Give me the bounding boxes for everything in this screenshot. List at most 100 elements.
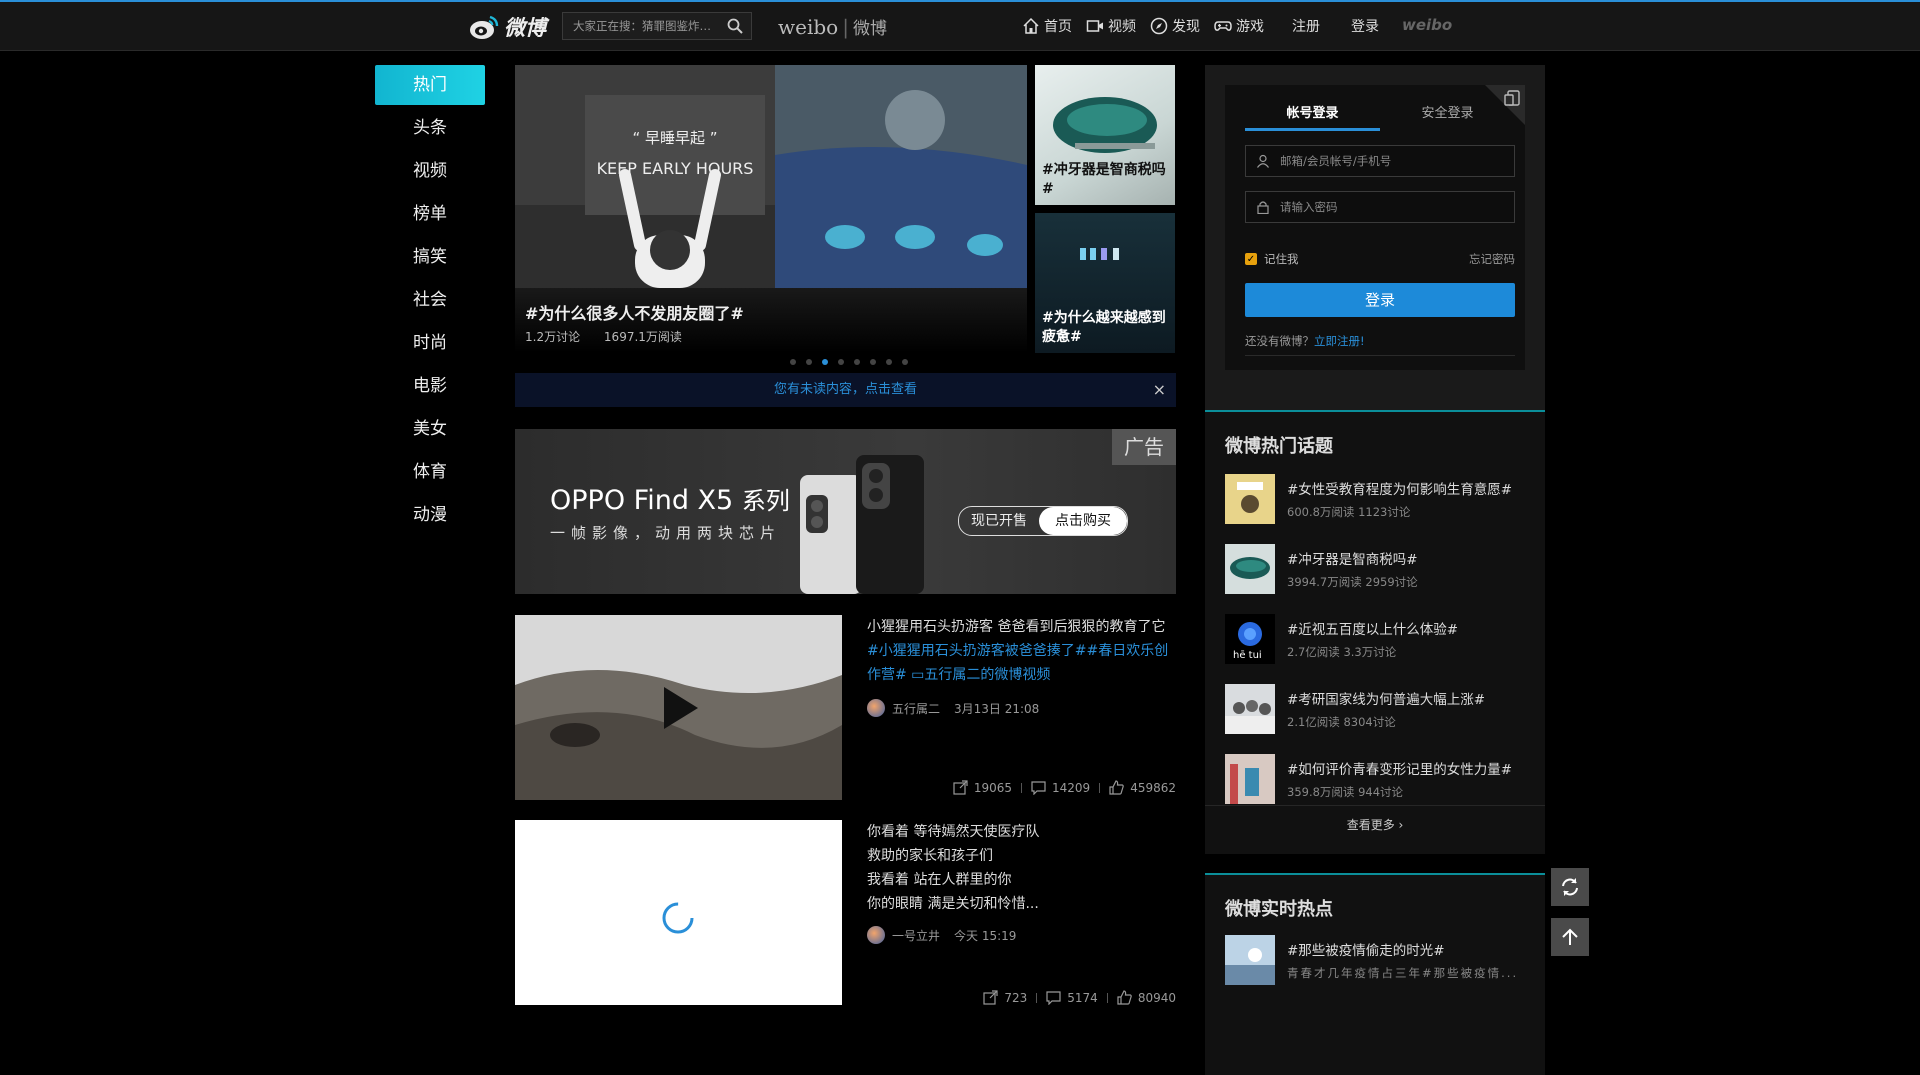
login-link[interactable]: 登录 xyxy=(1351,16,1379,36)
nav-discover[interactable]: 发现 xyxy=(1150,16,1200,36)
carousel-dot[interactable] xyxy=(902,359,908,365)
username-field[interactable] xyxy=(1245,145,1515,177)
loading-spinner-icon xyxy=(662,902,694,934)
topic-item[interactable]: #考研国家线为何普遍大幅上涨# 2.1亿阅读 8304讨论 xyxy=(1225,684,1535,736)
carousel-dot[interactable] xyxy=(790,359,796,365)
hot-topics-panel: 微博热门话题 #女性受教育程度为何影响生育意愿# 600.8万阅读 1123讨论… xyxy=(1205,410,1545,854)
sidebar-item-beauty[interactable]: 美女 xyxy=(375,409,485,449)
login-tabs: 帐号登录 安全登录 xyxy=(1245,99,1515,131)
topic-thumbnail xyxy=(1225,544,1275,594)
unread-text[interactable]: 您有未读内容，点击查看 xyxy=(774,382,917,397)
qr-login-toggle-icon[interactable] xyxy=(1485,85,1525,125)
brand-en: weibo xyxy=(778,15,839,39)
like-button[interactable]: 459862 xyxy=(1109,780,1176,795)
topic-item[interactable]: #冲牙器是智商税吗# 3994.7万阅读 2959讨论 xyxy=(1225,544,1535,596)
weibo-wordmark: weibo xyxy=(1402,16,1453,34)
search-box[interactable] xyxy=(562,12,752,40)
remember-checkbox[interactable]: ✓ xyxy=(1245,253,1257,265)
sidebar-item-anime[interactable]: 动漫 xyxy=(375,495,485,535)
unread-notice-bar[interactable]: 您有未读内容，点击查看 × xyxy=(515,373,1176,407)
sidebar-item-rankings[interactable]: 榜单 xyxy=(375,194,485,234)
brand-logo: weibo | 微博 xyxy=(778,15,887,39)
author-name[interactable]: 五行属二 xyxy=(892,700,940,717)
ad-subtitle: 一帧影像，动用两块芯片 xyxy=(550,524,782,542)
avatar[interactable] xyxy=(867,926,885,944)
side-slide-1-label: #冲牙器是智商税吗# xyxy=(1042,162,1166,197)
ad-title: OPPO Find X5 系列 xyxy=(550,485,790,516)
feed-title[interactable]: 你看着 等待嫣然天使医疗队 救助的家长和孩子们 我看着 站在人群里的你 你的眼睛… xyxy=(867,820,1173,916)
username-input[interactable] xyxy=(1280,146,1505,176)
divider xyxy=(1205,805,1545,806)
topic-item[interactable]: #如何评价青春变形记里的女性力量# 359.8万阅读 944讨论 xyxy=(1225,754,1535,806)
main-nav: 首页 视频 发现 游戏 xyxy=(1022,16,1278,36)
password-input[interactable] xyxy=(1280,192,1505,222)
refresh-button[interactable] xyxy=(1551,868,1589,906)
sidebar-item-hot[interactable]: 热门 xyxy=(375,65,485,105)
back-to-top-button[interactable] xyxy=(1551,918,1589,956)
feed-author[interactable]: 一号立井 今天 15:19 xyxy=(867,926,1016,944)
avatar[interactable] xyxy=(867,699,885,717)
compass-icon xyxy=(1150,17,1168,35)
video-thumbnail[interactable] xyxy=(515,820,842,1005)
ad-banner[interactable]: OPPO Find X5 系列 一帧影像，动用两块芯片 现已开售 点击购买 广告 xyxy=(515,429,1176,594)
topic-item[interactable]: hē tui #近视五百度以上什么体验# 2.7亿阅读 3.3万讨论 xyxy=(1225,614,1535,666)
carousel-side-slide-2[interactable]: #为什么越来越感到疲惫# xyxy=(1035,213,1175,353)
share-button[interactable]: 19065 xyxy=(953,780,1012,795)
author-name[interactable]: 一号立井 xyxy=(892,927,940,944)
carousel-dot[interactable] xyxy=(806,359,812,365)
close-icon[interactable]: × xyxy=(1153,373,1166,407)
nav-video[interactable]: 视频 xyxy=(1086,16,1136,36)
feed-hashtags[interactable]: #小猩猩用石头扔游客被爸爸揍了##春日欢乐创作营# ▭五行属二的微博视频 xyxy=(867,639,1173,687)
carousel-dot[interactable] xyxy=(854,359,860,365)
sidebar-item-sports[interactable]: 体育 xyxy=(375,452,485,492)
slide-title[interactable]: #为什么很多人不发朋友圈了# xyxy=(525,300,744,324)
video-thumbnail[interactable] xyxy=(515,615,842,800)
play-icon[interactable] xyxy=(660,685,700,731)
sidebar-item-video[interactable]: 视频 xyxy=(375,151,485,191)
category-sidebar: 热门 头条 视频 榜单 搞笑 社会 时尚 电影 美女 体育 动漫 xyxy=(375,65,485,538)
register-now-link[interactable]: 立即注册! xyxy=(1314,334,1365,348)
sidebar-item-headlines[interactable]: 头条 xyxy=(375,108,485,148)
video-icon xyxy=(1086,20,1103,32)
sidebar-item-fashion[interactable]: 时尚 xyxy=(375,323,485,363)
brand-cn: 微博 xyxy=(852,19,887,39)
sidebar-item-funny[interactable]: 搞笑 xyxy=(375,237,485,277)
slide-reads: 1697.1万阅读 xyxy=(603,330,682,344)
topic-item[interactable]: #女性受教育程度为何影响生育意愿# 600.8万阅读 1123讨论 xyxy=(1225,474,1535,526)
ad-presale-button[interactable]: 现已开售 xyxy=(959,507,1039,535)
hot-item[interactable]: #那些被疫情偷走的时光# 青春才几年疫情占三年#那些被疫情... xyxy=(1225,935,1535,987)
ad-buttons: 现已开售 点击购买 xyxy=(958,506,1128,536)
comment-button[interactable]: 14209 xyxy=(1031,780,1090,795)
sidebar-item-society[interactable]: 社会 xyxy=(375,280,485,320)
search-input[interactable] xyxy=(563,13,721,39)
logo-text: 微博 xyxy=(504,16,546,40)
share-icon xyxy=(953,780,968,795)
forgot-password-link[interactable]: 忘记密码 xyxy=(1469,251,1515,267)
ad-buy-button[interactable]: 点击购买 xyxy=(1039,507,1127,535)
topic-thumbnail xyxy=(1225,684,1275,734)
carousel-dot-active[interactable] xyxy=(822,359,828,365)
view-more-link[interactable]: 查看更多 › xyxy=(1205,816,1545,833)
carousel-dot[interactable] xyxy=(838,359,844,365)
carousel-pagination xyxy=(785,359,913,365)
feed-title[interactable]: 小猩猩用石头扔游客 爸爸看到后狠狠的教育了它 #小猩猩用石头扔游客被爸爸揍了##… xyxy=(867,615,1173,687)
nav-home[interactable]: 首页 xyxy=(1022,16,1072,36)
topic-thumbnail: hē tui xyxy=(1225,614,1275,664)
carousel-dot[interactable] xyxy=(886,359,892,365)
weibo-logo[interactable]: 微博 xyxy=(468,10,546,44)
remember-label[interactable]: 记住我 xyxy=(1264,251,1299,267)
carousel-main-slide[interactable]: “ 早睡早起 ” KEEP EARLY HOURS #为什么很多人不发朋友圈了#… xyxy=(515,65,1027,353)
carousel-dot[interactable] xyxy=(870,359,876,365)
side-slide-2-label: #为什么越来越感到疲惫# xyxy=(1042,310,1166,345)
slide-meta: 1.2万讨论 1697.1万阅读 xyxy=(525,328,702,345)
register-link[interactable]: 注册 xyxy=(1292,16,1320,36)
sidebar-item-movies[interactable]: 电影 xyxy=(375,366,485,406)
search-icon[interactable] xyxy=(727,18,743,34)
carousel-side-slide-1[interactable]: #冲牙器是智商税吗# xyxy=(1035,65,1175,205)
password-field[interactable] xyxy=(1245,191,1515,223)
login-button[interactable]: 登录 xyxy=(1245,283,1515,317)
feed-author[interactable]: 五行属二 3月13日 21:08 xyxy=(867,699,1039,717)
tab-account-login[interactable]: 帐号登录 xyxy=(1245,99,1380,131)
realtime-hot-panel: 微博实时热点 #那些被疫情偷走的时光# 青春才几年疫情占三年#那些被疫情... xyxy=(1205,873,1545,1075)
nav-games[interactable]: 游戏 xyxy=(1214,16,1264,36)
